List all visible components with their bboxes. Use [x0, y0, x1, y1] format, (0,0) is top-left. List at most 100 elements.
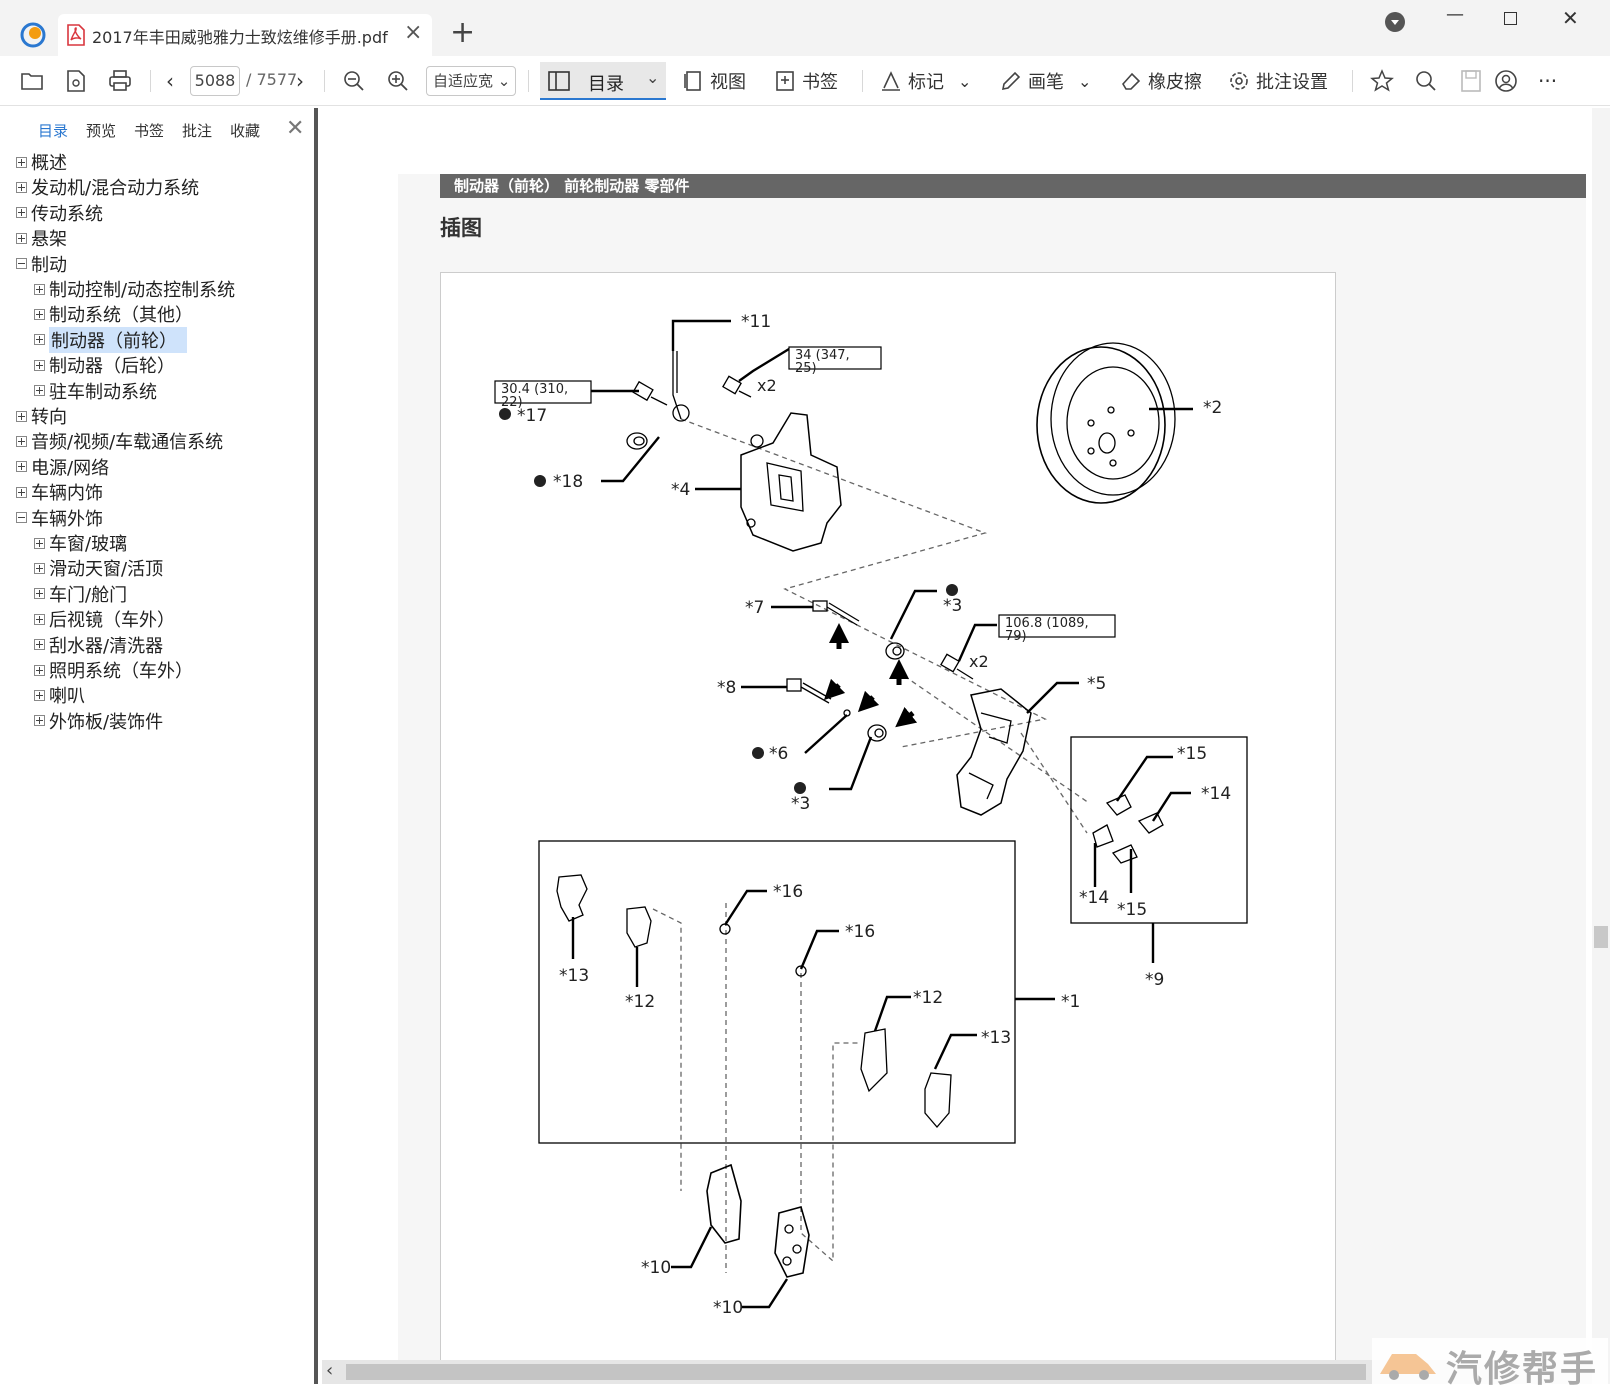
expand-icon[interactable]	[34, 283, 45, 295]
toc-item[interactable]: 悬架	[16, 226, 67, 250]
toc-item[interactable]: 驻车制动系统	[34, 379, 157, 403]
new-tab-button[interactable]: +	[450, 18, 475, 48]
star-icon[interactable]	[1370, 69, 1394, 93]
anti-squeal-shim	[924, 1072, 952, 1128]
toc-item[interactable]: 车门/舱门	[34, 582, 127, 606]
expand-icon[interactable]	[34, 359, 45, 371]
toc-item[interactable]: 制动器（前轮）	[34, 326, 187, 353]
next-page-button[interactable]: ›	[296, 56, 304, 106]
toc-item[interactable]: 喇叭	[34, 683, 85, 707]
zoom-select[interactable]: 自适应宽 ⌄	[426, 66, 516, 96]
toc-item[interactable]: 车窗/玻璃	[34, 531, 127, 555]
anti-squeal-shim	[860, 1028, 888, 1093]
zoom-in-icon[interactable]	[386, 69, 410, 93]
toc-item[interactable]: 音频/视频/车载通信系统	[16, 429, 223, 453]
document-tab[interactable]: 2017年丰田威驰雅力士致炫维修手册.pdf ×	[58, 14, 432, 56]
vertical-scrollbar-thumb[interactable]	[1594, 926, 1608, 948]
view-button[interactable]: 视图	[682, 56, 746, 106]
expand-icon[interactable]	[34, 588, 45, 600]
folder-icon[interactable]	[20, 69, 44, 93]
expand-icon[interactable]	[16, 156, 27, 168]
expand-icon[interactable]	[34, 689, 45, 701]
expand-icon[interactable]	[34, 639, 45, 651]
maximize-button[interactable]	[1504, 12, 1517, 25]
expand-icon[interactable]	[16, 435, 27, 447]
zoom-out-icon[interactable]	[342, 69, 366, 93]
search-icon[interactable]	[1414, 69, 1438, 93]
expand-icon[interactable]	[34, 308, 45, 320]
slide-pin	[786, 678, 832, 704]
toc-item[interactable]: 制动控制/动态控制系统	[34, 277, 235, 301]
toc-item[interactable]: 刮水器/清洗器	[34, 633, 163, 657]
toc-item[interactable]: 制动器（后轮）	[34, 353, 175, 377]
toc-item[interactable]: 传动系统	[16, 201, 103, 225]
document-view[interactable]: 制动器（前轮） 前轮制动器 零部件 插图 *11 *2 *17 *18 *4 *…	[322, 108, 1592, 1384]
exploded-diagram: *11 *2 *17 *18 *4 *7 *3 *8 *6 *3 *5 *15 …	[440, 272, 1336, 1384]
sidebar-tab-toc[interactable]: 目录	[38, 120, 68, 141]
callout-11: *11	[741, 312, 771, 332]
annotation-settings-button[interactable]: 批注设置	[1228, 56, 1328, 106]
toc-item[interactable]: 制动系统（其他）	[34, 302, 193, 326]
toc-item[interactable]: 后视镜（车外）	[34, 607, 175, 631]
callout-4: *4	[671, 480, 690, 500]
vertical-scrollbar[interactable]	[1592, 108, 1610, 1384]
collapse-icon[interactable]	[16, 512, 27, 524]
toc-item[interactable]: 车辆内饰	[16, 480, 103, 504]
save-disabled-icon[interactable]	[1460, 69, 1482, 93]
toc-item[interactable]: 滑动天窗/活顶	[34, 556, 163, 580]
toc-item[interactable]: 车辆外饰	[16, 506, 103, 530]
mark-label: 标记	[908, 72, 944, 93]
expand-icon[interactable]	[16, 181, 27, 193]
sidebar-tab-preview[interactable]: 预览	[86, 120, 116, 141]
window-menu-button[interactable]	[1385, 12, 1405, 32]
sidebar-close-button[interactable]: ✕	[286, 116, 304, 141]
toc-item-label: 外饰板/装饰件	[49, 711, 164, 733]
expand-icon[interactable]	[34, 385, 45, 397]
minimize-button[interactable]: —	[1446, 4, 1464, 25]
page-total: / 7577	[246, 70, 298, 89]
sidebar-tab-favorites[interactable]: 收藏	[230, 120, 260, 141]
expand-icon[interactable]	[16, 486, 27, 498]
horizontal-scrollbar-thumb[interactable]	[346, 1364, 1366, 1380]
callout-13b: *13	[981, 1028, 1011, 1048]
callout-2: *2	[1203, 398, 1222, 418]
toc-item-label: 转向	[31, 407, 67, 428]
toc-item[interactable]: 制动	[16, 252, 67, 276]
toc-toggle-button[interactable]: 目录 ⌄	[540, 62, 666, 100]
expand-icon[interactable]	[16, 207, 27, 219]
collapse-icon[interactable]	[16, 258, 27, 270]
toc-item[interactable]: 发动机/混合动力系统	[16, 175, 199, 199]
expand-icon[interactable]	[16, 232, 27, 244]
tab-close-button[interactable]: ×	[404, 20, 422, 45]
expand-icon[interactable]	[16, 461, 27, 473]
pen-button[interactable]: 画笔 ⌄	[1000, 56, 1091, 106]
print-icon[interactable]	[108, 69, 132, 93]
sidebar-tab-annotations[interactable]: 批注	[182, 120, 212, 141]
scroll-left-arrow[interactable]: ‹	[326, 1360, 333, 1381]
eraser-button[interactable]: 橡皮擦	[1120, 56, 1202, 106]
expand-icon[interactable]	[16, 410, 27, 422]
prev-page-button[interactable]: ‹	[166, 56, 174, 106]
toc-item[interactable]: 照明系统（车外）	[34, 658, 193, 682]
sidebar-tab-bookmarks[interactable]: 书签	[134, 120, 164, 141]
expand-icon[interactable]	[34, 664, 45, 676]
expand-icon[interactable]	[34, 537, 45, 549]
expand-icon[interactable]	[34, 613, 45, 625]
expand-icon[interactable]	[34, 562, 45, 574]
page-number-input[interactable]: 5088	[190, 66, 240, 96]
brake-diagram-svg: *11 *2 *17 *18 *4 *7 *3 *8 *6 *3 *5 *15 …	[494, 312, 1248, 1318]
toc-item[interactable]: 电源/网络	[16, 455, 109, 479]
expand-icon[interactable]	[34, 334, 45, 346]
save-icon[interactable]	[64, 69, 88, 93]
expand-icon[interactable]	[34, 715, 45, 727]
more-button[interactable]: ···	[1538, 56, 1557, 106]
toc-item-label: 车窗/玻璃	[49, 534, 128, 555]
toc-item[interactable]: 概述	[16, 150, 67, 174]
user-icon[interactable]	[1494, 69, 1518, 93]
close-window-button[interactable]: ✕	[1562, 6, 1579, 30]
toc-item[interactable]: 外饰板/装饰件	[34, 709, 163, 733]
bookmark-button[interactable]: 书签	[774, 56, 838, 106]
mark-button[interactable]: 标记 ⌄	[880, 56, 971, 106]
toc-item[interactable]: 转向	[16, 404, 67, 428]
callout-3a: *3	[943, 596, 962, 616]
